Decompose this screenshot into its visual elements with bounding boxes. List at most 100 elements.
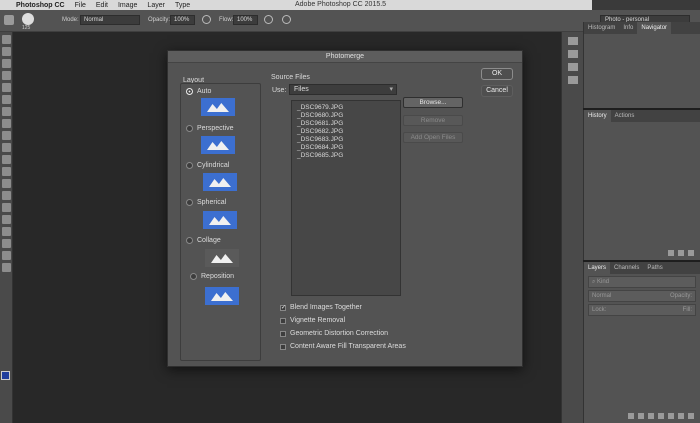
mask-icon[interactable] (648, 413, 654, 419)
file-list-item[interactable]: _DSC9684.JPG (297, 144, 395, 152)
checkbox-box[interactable] (280, 330, 286, 337)
layout-option-auto[interactable]: Auto (186, 88, 211, 95)
layout-option-reposition[interactable]: Reposition (190, 273, 234, 280)
panel-toggle-icon[interactable] (568, 37, 578, 45)
tab-histogram[interactable]: Histogram (584, 22, 619, 34)
brush-panel-icon[interactable] (568, 50, 578, 58)
adjustment-layer-icon[interactable] (658, 413, 664, 419)
menu-file[interactable]: File (75, 2, 86, 9)
tab-layers[interactable]: Layers (584, 262, 611, 274)
tab-channels[interactable]: Channels (610, 262, 643, 274)
path-select-tool-icon[interactable] (2, 227, 11, 236)
layout-option-perspective[interactable]: Perspective (186, 125, 234, 132)
menu-type[interactable]: Type (175, 2, 190, 9)
quick-select-tool-icon[interactable] (2, 71, 11, 80)
checkbox-box[interactable] (280, 343, 286, 350)
marquee-tool-icon[interactable] (2, 47, 11, 56)
brush-preset-icon[interactable] (22, 13, 34, 25)
opacity-field[interactable]: 100% (170, 15, 195, 25)
tab-history[interactable]: History (584, 110, 611, 122)
add-open-files-button[interactable]: Add Open Files (403, 132, 463, 143)
menu-image[interactable]: Image (118, 2, 137, 9)
ok-button[interactable]: OK (481, 68, 513, 80)
flow-field[interactable]: 100% (233, 15, 258, 25)
clone-stamp-tool-icon[interactable] (2, 131, 11, 140)
radio-spherical[interactable] (186, 199, 193, 206)
tab-actions[interactable]: Actions (611, 110, 639, 122)
brush-tool-icon[interactable] (2, 119, 11, 128)
folder-icon[interactable] (668, 413, 674, 419)
menu-layer[interactable]: Layer (147, 2, 165, 9)
adjustments-panel-icon[interactable] (568, 63, 578, 71)
checkbox-box[interactable] (280, 317, 286, 324)
vignette-removal-checkbox[interactable]: Vignette Removal (280, 317, 345, 324)
eraser-tool-icon[interactable] (2, 155, 11, 164)
radio-perspective[interactable] (186, 125, 193, 132)
mode-select[interactable]: Normal (80, 15, 140, 25)
tab-info[interactable]: Info (619, 22, 637, 34)
radio-collage[interactable] (186, 237, 193, 244)
blur-tool-icon[interactable] (2, 179, 11, 188)
foreground-color-swatch[interactable] (1, 371, 10, 380)
cancel-button[interactable]: Cancel (481, 85, 513, 97)
menu-app-name[interactable]: Photoshop CC (16, 2, 65, 9)
file-list-item[interactable]: _DSC9682.JPG (297, 128, 395, 136)
crop-tool-icon[interactable] (2, 83, 11, 92)
tab-paths[interactable]: Paths (643, 262, 666, 274)
panel-icon-column (561, 32, 583, 423)
lasso-tool-icon[interactable] (2, 59, 11, 68)
airbrush-icon[interactable] (264, 15, 273, 24)
file-list-item[interactable]: _DSC9681.JPG (297, 120, 395, 128)
file-list-item[interactable]: _DSC9683.JPG (297, 136, 395, 144)
fx-icon[interactable] (638, 413, 644, 419)
properties-panel-icon[interactable] (568, 76, 578, 84)
move-tool-icon[interactable] (2, 35, 11, 44)
use-select[interactable]: Files (289, 84, 397, 95)
file-list[interactable]: _DSC9679.JPG _DSC9680.JPG _DSC9681.JPG _DSC… (291, 100, 401, 296)
menu-edit[interactable]: Edit (96, 2, 108, 9)
hand-tool-icon[interactable] (2, 251, 11, 260)
trash-icon[interactable] (688, 413, 694, 419)
navigator-panel: Histogram Info Navigator (583, 22, 700, 108)
file-list-item[interactable]: _DSC9679.JPG (297, 104, 395, 112)
new-layer-icon[interactable] (678, 413, 684, 419)
eyedropper-tool-icon[interactable] (2, 95, 11, 104)
zoom-tool-icon[interactable] (2, 263, 11, 272)
link-layers-icon[interactable] (628, 413, 634, 419)
browse-button[interactable]: Browse... (403, 97, 463, 108)
lock-row: Lock: Fill: (588, 304, 696, 316)
pressure-size-icon[interactable] (282, 15, 291, 24)
file-list-item[interactable]: _DSC9680.JPG (297, 112, 395, 120)
remove-button[interactable]: Remove (403, 115, 463, 126)
content-aware-fill-checkbox[interactable]: Content Aware Fill Transparent Areas (280, 343, 406, 350)
history-brush-tool-icon[interactable] (2, 143, 11, 152)
blend-mode-select[interactable]: Normal Opacity: (588, 290, 696, 302)
dodge-tool-icon[interactable] (2, 191, 11, 200)
geometric-distortion-checkbox[interactable]: Geometric Distortion Correction (280, 330, 388, 337)
radio-auto[interactable] (186, 88, 193, 95)
brush-tool-icon[interactable] (4, 15, 14, 25)
healing-tool-icon[interactable] (2, 107, 11, 116)
shape-tool-icon[interactable] (2, 239, 11, 248)
layout-option-spherical[interactable]: Spherical (186, 199, 226, 206)
layout-option-cylindrical[interactable]: Cylindrical (186, 162, 229, 169)
perspective-thumbnail (201, 136, 235, 154)
layer-filter-kind[interactable]: ⌕ Kind (588, 276, 696, 288)
layout-option-collage[interactable]: Collage (186, 237, 221, 244)
gradient-tool-icon[interactable] (2, 167, 11, 176)
layout-option-label: Auto (197, 88, 212, 95)
tab-navigator[interactable]: Navigator (637, 22, 672, 34)
new-snapshot-icon[interactable] (668, 250, 674, 256)
menu-right-area (592, 0, 700, 10)
blend-images-checkbox[interactable]: ✓ Blend Images Together (280, 304, 362, 311)
pen-tool-icon[interactable] (2, 203, 11, 212)
trash-icon[interactable] (688, 250, 694, 256)
file-list-item[interactable]: _DSC9685.JPG (297, 152, 395, 160)
radio-reposition[interactable] (190, 273, 197, 280)
pressure-opacity-icon[interactable] (202, 15, 211, 24)
camera-icon[interactable] (678, 250, 684, 256)
radio-cylindrical[interactable] (186, 162, 193, 169)
type-tool-icon[interactable] (2, 215, 11, 224)
source-files-label: Source Files (271, 74, 310, 81)
checkbox-box[interactable]: ✓ (280, 304, 286, 311)
